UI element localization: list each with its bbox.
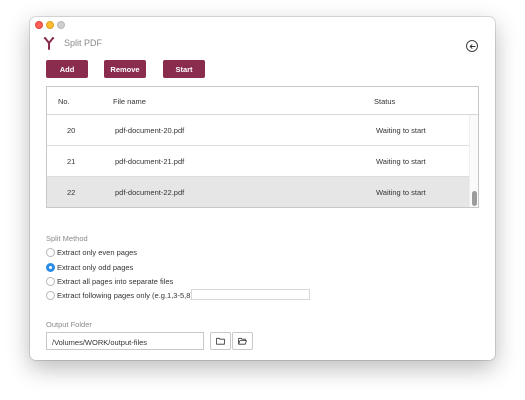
option-even-pages[interactable]: Extract only even pages xyxy=(46,247,137,257)
column-header-status[interactable]: Status xyxy=(374,97,395,106)
option-label: Extract following pages only (e.g.1,3-5,… xyxy=(57,290,193,300)
option-following-pages[interactable]: Extract following pages only (e.g.1,3-5,… xyxy=(46,290,193,300)
split-logo-icon xyxy=(43,36,55,50)
option-label: Extract all pages into separate files xyxy=(57,276,174,286)
split-method-label: Split Method xyxy=(46,234,88,243)
back-arrow-icon xyxy=(469,43,476,49)
titlebar xyxy=(30,17,495,33)
output-folder-field[interactable]: /Volumes/WORK/output-files xyxy=(46,332,204,350)
scrollbar-thumb[interactable] xyxy=(472,191,477,206)
row-status: Waiting to start xyxy=(376,157,426,166)
app-title: Split PDF xyxy=(64,38,103,48)
option-odd-pages[interactable]: Extract only odd pages xyxy=(46,262,133,272)
table-row-selected[interactable]: 22 pdf-document-22.pdf Waiting to start xyxy=(47,177,470,207)
row-status: Waiting to start xyxy=(376,188,426,197)
row-file-name: pdf-document-21.pdf xyxy=(115,157,185,166)
app-window: Split PDF Add Remove Start No. File name… xyxy=(30,17,495,360)
table-scrollbar[interactable] xyxy=(469,115,478,207)
add-button[interactable]: Add xyxy=(46,60,88,78)
close-window-button[interactable] xyxy=(35,21,43,29)
folder-open-icon xyxy=(238,337,247,345)
file-table: No. File name Status 20 pdf-document-20.… xyxy=(46,86,479,208)
table-row[interactable]: 21 pdf-document-21.pdf Waiting to start xyxy=(47,146,470,177)
open-folder-button[interactable] xyxy=(232,332,253,350)
maximize-window-button[interactable] xyxy=(57,21,65,29)
option-label: Extract only even pages xyxy=(57,247,138,257)
row-status: Waiting to start xyxy=(376,126,426,135)
option-all-pages[interactable]: Extract all pages into separate files xyxy=(46,276,173,286)
row-file-name: pdf-document-22.pdf xyxy=(115,188,185,197)
pages-input[interactable] xyxy=(191,289,310,300)
radio-button-checked[interactable] xyxy=(46,262,55,272)
remove-button[interactable]: Remove xyxy=(104,60,146,78)
row-number: 21 xyxy=(67,157,76,166)
table-header: No. File name Status xyxy=(47,87,478,115)
row-number: 20 xyxy=(67,126,76,135)
column-header-no[interactable]: No. xyxy=(58,97,70,106)
column-header-file[interactable]: File name xyxy=(113,97,146,106)
radio-button[interactable] xyxy=(46,247,55,257)
output-folder-label: Output Folder xyxy=(46,320,92,329)
minimize-window-button[interactable] xyxy=(46,21,54,29)
row-file-name: pdf-document-20.pdf xyxy=(115,126,185,135)
radio-button[interactable] xyxy=(46,290,55,300)
option-label: Extract only odd pages xyxy=(57,262,134,272)
start-button[interactable]: Start xyxy=(163,60,205,78)
back-button[interactable] xyxy=(466,40,478,52)
row-number: 22 xyxy=(67,188,76,197)
table-row[interactable]: 20 pdf-document-20.pdf Waiting to start xyxy=(47,115,470,146)
folder-icon xyxy=(216,337,225,345)
browse-folder-button[interactable] xyxy=(210,332,231,350)
radio-button[interactable] xyxy=(46,276,55,286)
